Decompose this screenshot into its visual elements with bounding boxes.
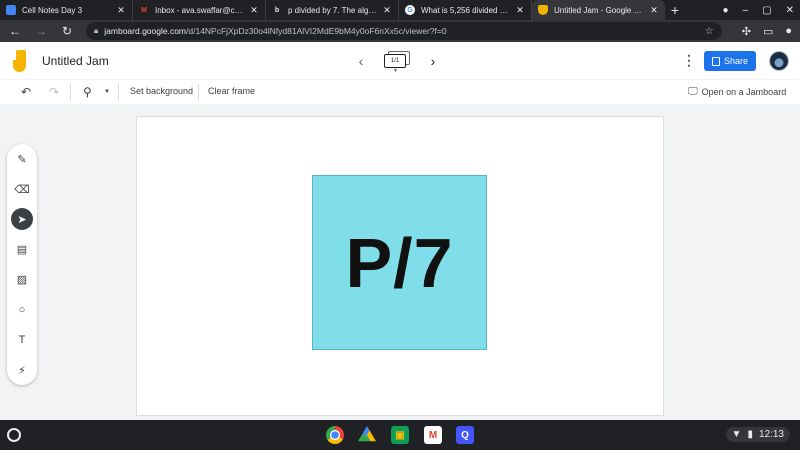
- browser-tab-strip: Cell Notes Day 3 ✕ M Inbox - ava.swaffar…: [0, 0, 800, 20]
- tab-search-icon[interactable]: ●: [723, 5, 729, 16]
- text-box-icon[interactable]: T: [11, 329, 33, 351]
- extensions-icon[interactable]: ✣: [742, 25, 751, 38]
- tab-cell-notes[interactable]: Cell Notes Day 3 ✕: [0, 0, 133, 20]
- tab-title: p divided by 7. The algebraic expression: [288, 5, 378, 15]
- window-controls: ● – ▢ ✕: [723, 0, 794, 20]
- battery-icon: ▮: [747, 429, 753, 440]
- frame-counter: 1/1: [384, 54, 406, 68]
- frame-navigator: ‹ 1/1 ▼ ›: [356, 51, 438, 74]
- chevron-down-icon[interactable]: ▼: [104, 89, 110, 95]
- circle-icon[interactable]: ○: [11, 299, 33, 321]
- url-input[interactable]: 🔒︎ jamboard.google.com/d/14NPcFjXpDz30o4…: [86, 22, 722, 40]
- tab-title: Cell Notes Day 3: [22, 5, 83, 15]
- undo-icon[interactable]: ↶: [21, 85, 31, 99]
- status-area[interactable]: ▼ ▮ 12:13: [725, 427, 790, 442]
- close-icon[interactable]: ✕: [649, 5, 659, 16]
- open-on-jamboard-label: Open on a Jamboard: [701, 86, 787, 97]
- chevron-down-icon: ▼: [393, 68, 398, 74]
- launcher-icon[interactable]: [7, 428, 21, 442]
- close-icon[interactable]: ✕: [249, 5, 259, 16]
- minimize-icon[interactable]: –: [743, 5, 749, 16]
- tool-sidebar: ✎ ⌫ ➤ ▤ ▨ ○ T ⚡︎: [7, 144, 37, 385]
- lock-icon[interactable]: 🔒︎: [94, 26, 98, 36]
- sticky-note-icon[interactable]: ▤: [11, 238, 33, 260]
- maximize-icon[interactable]: ▢: [762, 5, 771, 16]
- close-icon[interactable]: ✕: [382, 5, 392, 16]
- sticky-note-text: P/7: [345, 223, 454, 302]
- share-lock-icon: [711, 56, 720, 66]
- frame-bar-toggle[interactable]: 1/1 ▼: [384, 51, 410, 74]
- tab-title: Inbox - ava.swaffar@cowetaps.org: [155, 5, 245, 15]
- laser-icon[interactable]: ⚡︎: [11, 359, 33, 381]
- forward-icon[interactable]: →: [34, 24, 48, 38]
- tab-google-search[interactable]: G What is 5,256 divided by 12 - Google ✕: [399, 0, 532, 20]
- classroom-favicon-icon: [6, 5, 16, 15]
- reload-icon[interactable]: ↻: [60, 24, 74, 38]
- clock-time: 12:13: [758, 429, 784, 440]
- google-favicon-icon: G: [405, 5, 415, 15]
- profile-icon[interactable]: ●: [785, 25, 792, 38]
- jam-toolbar: ↶ ↷ ⚲ ▼ Set background Clear frame 🖵︎ Op…: [0, 81, 800, 103]
- divider: [70, 84, 71, 100]
- google-drive-icon[interactable]: [358, 426, 376, 442]
- quizlet-icon[interactable]: Q: [456, 426, 474, 444]
- app-header: Untitled Jam ‹ 1/1 ▼ › ⋮: [0, 42, 800, 80]
- tab-title: What is 5,256 divided by 12 - Google: [421, 5, 511, 15]
- divider: [118, 84, 119, 100]
- os-shelf: ▣ M Q ▼ ▮ 12:13: [0, 420, 800, 450]
- select-icon[interactable]: ➤: [11, 208, 33, 230]
- next-frame-icon[interactable]: ›: [428, 53, 438, 69]
- jamboard-device-icon: 🖵︎: [688, 86, 698, 97]
- gmail-icon[interactable]: M: [424, 426, 442, 444]
- pen-icon[interactable]: ✎: [11, 148, 33, 170]
- jamboard-favicon-icon: [538, 5, 548, 15]
- previous-frame-icon[interactable]: ‹: [356, 53, 366, 69]
- google-classroom-icon[interactable]: ▣: [391, 426, 409, 444]
- avatar[interactable]: [769, 51, 789, 71]
- tab-title: Untitled Jam - Google Jamboard: [554, 5, 645, 15]
- url-path: /d/14NPcFjXpDz30o4lNfyd81AlVI2MdE9bM4y0o…: [186, 26, 447, 36]
- clear-frame-button[interactable]: Clear frame: [208, 86, 255, 96]
- eraser-icon[interactable]: ⌫: [11, 178, 33, 200]
- set-background-button[interactable]: Set background: [130, 86, 193, 96]
- new-tab-button[interactable]: +: [665, 0, 685, 20]
- tab-inbox[interactable]: M Inbox - ava.swaffar@cowetaps.org ✕: [133, 0, 266, 20]
- tab-p-divided[interactable]: b p divided by 7. The algebraic expressi…: [266, 0, 399, 20]
- sticky-note[interactable]: P/7: [312, 175, 487, 350]
- image-icon[interactable]: ▨: [11, 268, 33, 290]
- address-bar: ← → ↻ 🔒︎ jamboard.google.com/d/14NPcFjXp…: [0, 20, 800, 42]
- divider: [198, 84, 199, 100]
- redo-icon[interactable]: ↷: [49, 85, 59, 99]
- chrome-icon[interactable]: [326, 426, 344, 444]
- doc-title[interactable]: Untitled Jam: [42, 54, 109, 68]
- open-on-jamboard-button[interactable]: 🖵︎ Open on a Jamboard: [688, 86, 786, 97]
- jam-frame-canvas[interactable]: P/7: [136, 116, 664, 416]
- gmail-favicon-icon: M: [141, 6, 147, 14]
- share-button[interactable]: Share: [704, 51, 756, 71]
- jamboard-logo-icon[interactable]: [13, 50, 27, 72]
- share-label: Share: [723, 56, 749, 66]
- cast-icon[interactable]: ▭: [763, 25, 773, 38]
- brainly-favicon-icon: b: [274, 6, 280, 14]
- more-options-icon[interactable]: ⋮: [682, 52, 696, 69]
- close-icon[interactable]: ✕: [515, 5, 525, 16]
- tab-untitled-jam[interactable]: Untitled Jam - Google Jamboard ✕: [532, 0, 665, 20]
- close-icon[interactable]: ✕: [116, 5, 126, 16]
- back-icon[interactable]: ←: [8, 24, 22, 38]
- bookmark-star-icon[interactable]: ☆: [705, 26, 714, 37]
- work-area: ✎ ⌫ ➤ ▤ ▨ ○ T ⚡︎ P/7: [0, 104, 800, 420]
- url-host: jamboard.google.com: [104, 26, 187, 36]
- zoom-icon[interactable]: ⚲: [83, 85, 92, 99]
- wifi-icon: ▼: [731, 429, 742, 440]
- close-window-icon[interactable]: ✕: [786, 5, 794, 16]
